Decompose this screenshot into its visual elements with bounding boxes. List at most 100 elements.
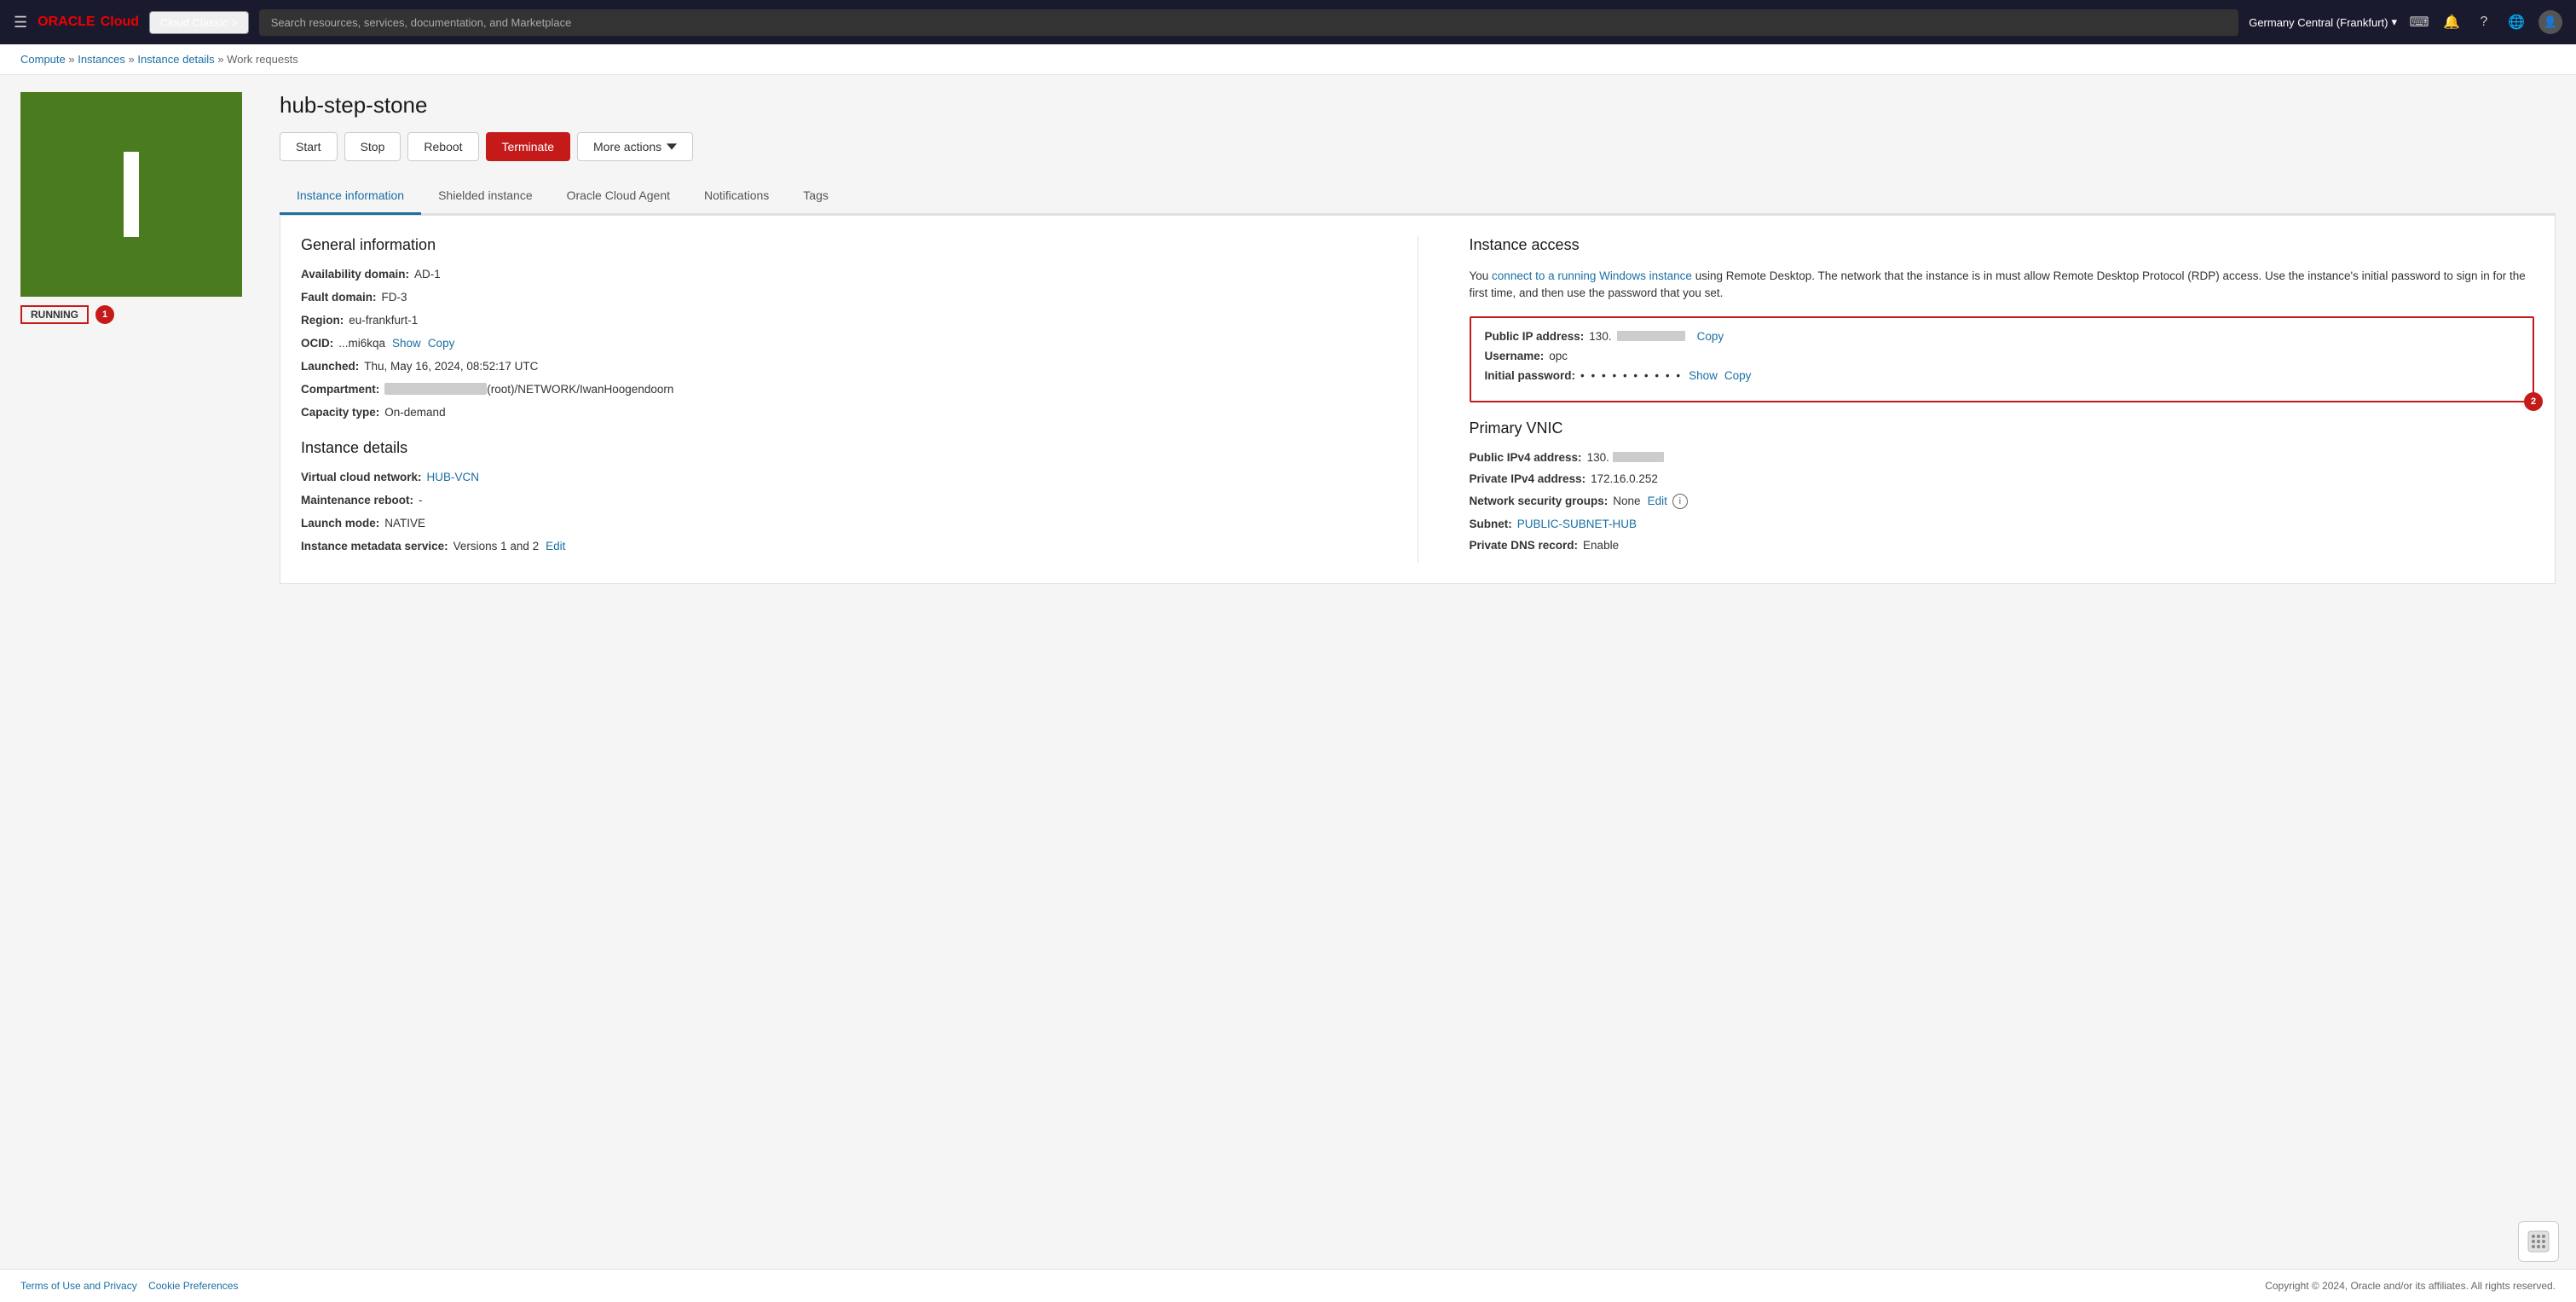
help-widget[interactable] — [2518, 1221, 2559, 1262]
private-ipv4-value: 172.16.0.252 — [1591, 472, 1658, 485]
compartment-redacted — [384, 383, 487, 395]
breadcrumb-compute[interactable]: Compute — [20, 53, 66, 66]
top-navigation: ☰ ORACLE Cloud Cloud Classic > Germany C… — [0, 0, 2576, 44]
tab-tags[interactable]: Tags — [786, 178, 846, 215]
private-ipv4-row: Private IPv4 address: 172.16.0.252 — [1470, 472, 2535, 485]
ocid-row: OCID: ...mi6kqa Show Copy — [301, 337, 1366, 350]
footer: Terms of Use and Privacy Cookie Preferen… — [0, 1269, 2576, 1302]
instance-metadata-value: Versions 1 and 2 — [453, 540, 540, 553]
password-dots: • • • • • • • • • • — [1580, 369, 1682, 382]
hamburger-menu-icon[interactable]: ☰ — [14, 14, 27, 32]
stop-button[interactable]: Stop — [344, 132, 401, 161]
instance-access-description: You connect to a running Windows instanc… — [1470, 268, 2535, 303]
tab-oracle-cloud-agent[interactable]: Oracle Cloud Agent — [550, 178, 687, 215]
public-ipv4-redacted — [1613, 452, 1664, 462]
username-row: Username: opc — [1485, 350, 2520, 362]
public-ipv4-row: Public IPv4 address: 130. — [1470, 451, 2535, 464]
nav-right-section: Germany Central (Frankfurt) ▾ ⌨ 🔔 ? 🌐 👤 — [2249, 10, 2562, 34]
tab-instance-information[interactable]: Instance information — [280, 178, 421, 215]
instance-image-thumbnail — [20, 92, 242, 297]
breadcrumb: Compute » Instances » Instance details »… — [0, 44, 2576, 75]
compartment-label: Compartment: — [301, 383, 379, 396]
reboot-button[interactable]: Reboot — [407, 132, 478, 161]
nsg-edit-link[interactable]: Edit — [1648, 495, 1667, 507]
oracle-text: ORACLE — [38, 14, 95, 30]
nsg-label: Network security groups: — [1470, 495, 1609, 507]
breadcrumb-instance-details[interactable]: Instance details — [137, 53, 214, 66]
availability-domain-value: AD-1 — [414, 268, 441, 281]
help-icon[interactable]: ? — [2474, 12, 2494, 32]
instance-access-box: Public IP address: 130. Copy Username: o… — [1470, 316, 2535, 402]
start-button[interactable]: Start — [280, 132, 338, 161]
more-actions-button[interactable]: More actions — [577, 132, 693, 161]
initial-password-label: Initial password: — [1485, 369, 1576, 382]
tab-shielded-instance[interactable]: Shielded instance — [421, 178, 550, 215]
maintenance-reboot-row: Maintenance reboot: - — [301, 494, 1366, 506]
compartment-value: (root)/NETWORK/IwanHoogendoorn — [487, 383, 673, 396]
access-desc-you: You — [1470, 269, 1489, 282]
region-selector[interactable]: Germany Central (Frankfurt) ▾ — [2249, 15, 2397, 29]
nsg-row: Network security groups: None Edit i — [1470, 494, 2535, 509]
compartment-row: Compartment: (root)/NETWORK/IwanHoogendo… — [301, 383, 1366, 396]
page-title: hub-step-stone — [280, 92, 2556, 119]
cookie-preferences-link[interactable]: Cookie Preferences — [148, 1280, 238, 1292]
terms-link[interactable]: Terms of Use and Privacy — [20, 1280, 137, 1292]
maintenance-reboot-label: Maintenance reboot: — [301, 494, 413, 506]
public-ip-value: 130. — [1589, 330, 1611, 343]
public-ip-label: Public IP address: — [1485, 330, 1585, 343]
instance-image-bar — [124, 152, 139, 237]
vcn-link[interactable]: HUB-VCN — [427, 471, 480, 483]
more-actions-label: More actions — [593, 140, 661, 153]
chevron-down-icon: ▾ — [2391, 15, 2397, 29]
region-row: Region: eu-frankfurt-1 — [301, 314, 1366, 327]
global-search-input[interactable] — [259, 9, 2238, 36]
main-content: RUNNING 1 hub-step-stone Start Stop Rebo… — [0, 75, 2576, 1269]
user-avatar[interactable]: 👤 — [2538, 10, 2562, 34]
maintenance-reboot-value: - — [419, 494, 423, 506]
availability-domain-row: Availability domain: AD-1 — [301, 268, 1366, 281]
cloud-text: Cloud — [101, 14, 139, 30]
launch-mode-row: Launch mode: NATIVE — [301, 517, 1366, 529]
public-ip-row: Public IP address: 130. Copy — [1485, 330, 2520, 343]
public-ip-copy-link[interactable]: Copy — [1697, 330, 1724, 343]
region-info-value: eu-frankfurt-1 — [349, 314, 418, 327]
public-ip-redacted — [1617, 331, 1685, 341]
terminal-icon[interactable]: ⌨ — [2409, 12, 2429, 32]
instance-access-heading: Instance access — [1470, 236, 2535, 254]
capacity-type-row: Capacity type: On-demand — [301, 406, 1366, 419]
footer-left: Terms of Use and Privacy Cookie Preferen… — [20, 1280, 238, 1292]
terminate-button[interactable]: Terminate — [486, 132, 570, 161]
action-buttons-bar: Start Stop Reboot Terminate More actions — [280, 132, 2556, 161]
password-copy-link[interactable]: Copy — [1724, 369, 1752, 382]
capacity-type-label: Capacity type: — [301, 406, 379, 419]
info-right-column: Instance access You connect to a running… — [1470, 236, 2535, 563]
launch-mode-label: Launch mode: — [301, 517, 379, 529]
status-badge: RUNNING — [20, 305, 89, 324]
cloud-classic-button[interactable]: Cloud Classic > — [149, 11, 249, 34]
username-value: opc — [1549, 350, 1568, 362]
connect-windows-link[interactable]: connect to a running Windows instance — [1492, 269, 1692, 282]
notifications-bell-icon[interactable]: 🔔 — [2441, 12, 2462, 32]
launched-row: Launched: Thu, May 16, 2024, 08:52:17 UT… — [301, 360, 1366, 373]
launched-value: Thu, May 16, 2024, 08:52:17 UTC — [364, 360, 538, 373]
ocid-copy-link[interactable]: Copy — [428, 337, 455, 350]
private-dns-row: Private DNS record: Enable — [1470, 539, 2535, 552]
language-globe-icon[interactable]: 🌐 — [2506, 12, 2527, 32]
instance-metadata-row: Instance metadata service: Versions 1 an… — [301, 540, 1366, 553]
capacity-type-value: On-demand — [384, 406, 445, 419]
left-panel: RUNNING 1 — [20, 92, 259, 1252]
password-show-link[interactable]: Show — [1689, 369, 1718, 382]
subnet-link[interactable]: PUBLIC-SUBNET-HUB — [1517, 518, 1637, 530]
public-ipv4-label: Public IPv4 address: — [1470, 451, 1582, 464]
instance-metadata-edit-link[interactable]: Edit — [546, 540, 565, 553]
breadcrumb-instances[interactable]: Instances — [78, 53, 125, 66]
nsg-info-icon[interactable]: i — [1672, 494, 1688, 509]
help-widget-icon — [2527, 1230, 2550, 1253]
general-information-heading: General information — [301, 236, 1366, 254]
ocid-show-link[interactable]: Show — [392, 337, 421, 350]
tab-notifications[interactable]: Notifications — [687, 178, 786, 215]
status-badge-number: 1 — [95, 305, 114, 324]
launched-label: Launched: — [301, 360, 359, 373]
vcn-label: Virtual cloud network: — [301, 471, 422, 483]
region-label: Germany Central (Frankfurt) — [2249, 16, 2388, 29]
